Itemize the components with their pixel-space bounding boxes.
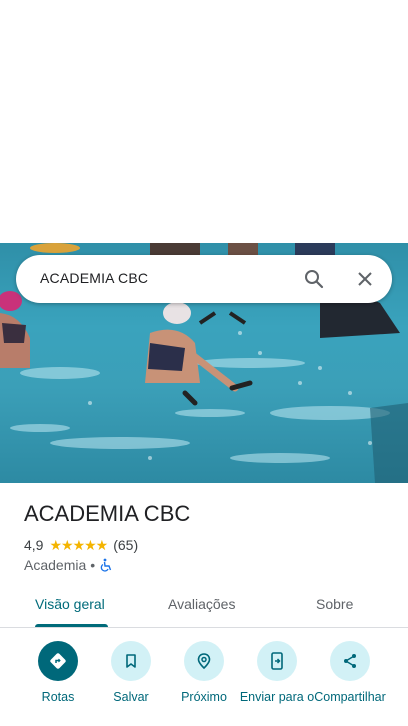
bookmark-icon[interactable] <box>111 641 151 681</box>
wheelchair-icon <box>99 558 113 572</box>
search-input[interactable]: ACADEMIA CBC <box>40 270 148 286</box>
star-rating: ★★★★★ <box>49 537 108 553</box>
stars-icon: ★★★★★ <box>49 537 108 553</box>
place-title: ACADEMIA CBC <box>24 501 191 526</box>
save-label: Salvar <box>113 690 149 704</box>
tab-overview[interactable]: Visão geral <box>35 596 105 612</box>
tab-reviews[interactable]: Avaliações <box>168 596 235 612</box>
send-to-phone-icon[interactable] <box>257 641 297 681</box>
tab-bar: Visão geral Avaliações Sobre <box>0 585 408 628</box>
review-count: (65) <box>113 537 139 553</box>
search-bar[interactable]: ACADEMIA CBC <box>16 255 392 303</box>
directions-icon[interactable] <box>38 641 78 681</box>
share-label: Compartilhar <box>314 690 386 704</box>
separator: • <box>90 557 96 573</box>
tab-about[interactable]: Sobre <box>316 596 353 612</box>
send-to-phone-label: Enviar para o <box>239 690 315 704</box>
map-blank-area <box>0 0 408 243</box>
nearby-icon[interactable] <box>184 641 224 681</box>
rating-value: 4,9 <box>24 537 44 553</box>
rating-row[interactable]: 4,9 ★★★★★ (65) <box>24 536 138 554</box>
search-icon[interactable] <box>302 267 326 291</box>
category-row: Academia • <box>24 556 113 574</box>
directions-label: Rotas <box>41 690 75 704</box>
share-icon[interactable] <box>330 641 370 681</box>
category-label: Academia <box>24 557 87 573</box>
tab-active-indicator <box>35 624 108 627</box>
close-icon[interactable] <box>353 267 377 291</box>
nearby-label: Próximo <box>181 690 227 704</box>
